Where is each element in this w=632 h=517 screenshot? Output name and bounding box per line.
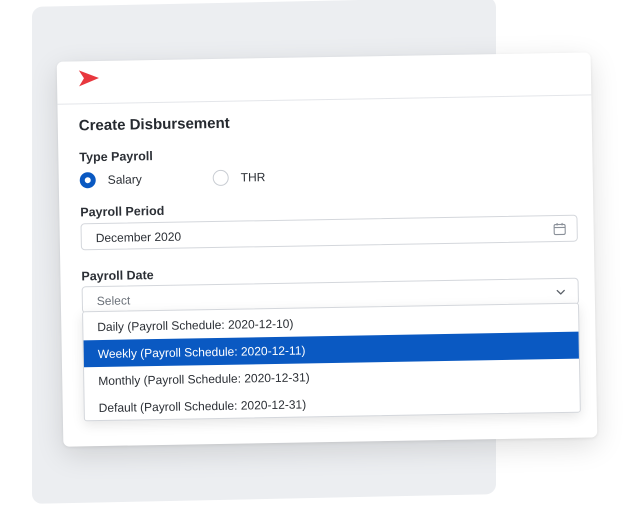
payroll-period-value: December 2020 (96, 230, 182, 245)
radio-thr[interactable] (213, 170, 229, 186)
payroll-period-label: Payroll Period (80, 204, 164, 219)
payroll-period-field[interactable]: December 2020 (80, 215, 577, 251)
payroll-date-placeholder: Select (97, 293, 131, 308)
disbursement-card: Create Disbursement Type Payroll Salary … (57, 52, 598, 446)
radio-thr-label: THR (241, 170, 266, 184)
option-label: Default (Payroll Schedule: 2020-12-31) (99, 397, 307, 415)
radio-salary[interactable] (80, 172, 96, 188)
calendar-icon[interactable] (553, 222, 567, 236)
radio-option-thr[interactable]: THR (213, 166, 266, 189)
brand-logo-icon (78, 69, 100, 87)
option-label: Monthly (Payroll Schedule: 2020-12-31) (98, 370, 310, 388)
chevron-down-icon[interactable] (554, 285, 568, 299)
option-label: Daily (Payroll Schedule: 2020-12-10) (97, 317, 293, 334)
radio-option-salary[interactable]: Salary (80, 168, 142, 191)
type-payroll-label: Type Payroll (79, 149, 153, 164)
payroll-date-dropdown: Daily (Payroll Schedule: 2020-12-10) Wee… (82, 303, 581, 422)
payroll-date-label: Payroll Date (81, 268, 153, 283)
page-title: Create Disbursement (79, 115, 230, 135)
stage: Create Disbursement Type Payroll Salary … (0, 0, 632, 517)
option-label: Weekly (Payroll Schedule: 2020-12-11) (98, 343, 306, 361)
radio-salary-label: Salary (108, 172, 142, 187)
